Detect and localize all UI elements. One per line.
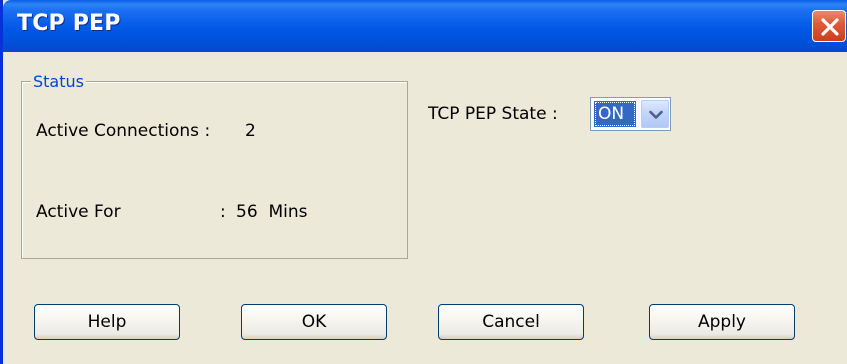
active-connections-label: Active Connections : — [36, 121, 211, 141]
tcp-pep-dialog: TCP PEP Status Active Connections : 2 Ac… — [0, 0, 847, 364]
status-group — [21, 81, 408, 259]
chevron-down-icon — [649, 110, 663, 119]
cancel-button[interactable]: Cancel — [438, 304, 584, 340]
active-for-separator: : — [220, 202, 226, 222]
ok-button[interactable]: OK — [241, 304, 387, 340]
active-for-value: 56 Mins — [236, 202, 308, 222]
active-for-label: Active For — [36, 202, 121, 222]
tcp-pep-state-selected-value: ON — [594, 101, 636, 127]
help-button[interactable]: Help — [34, 304, 180, 340]
dropdown-arrow-button[interactable] — [641, 100, 669, 128]
window-title: TCP PEP — [17, 11, 121, 36]
status-group-legend: Status — [31, 72, 86, 91]
close-button[interactable] — [812, 10, 846, 42]
close-icon — [821, 18, 839, 36]
tcp-pep-state-label: TCP PEP State : — [428, 104, 558, 124]
tcp-pep-state-select[interactable]: ON — [590, 97, 671, 131]
apply-button[interactable]: Apply — [649, 304, 795, 340]
title-bar[interactable]: TCP PEP — [3, 0, 847, 52]
active-connections-value: 2 — [245, 121, 256, 141]
